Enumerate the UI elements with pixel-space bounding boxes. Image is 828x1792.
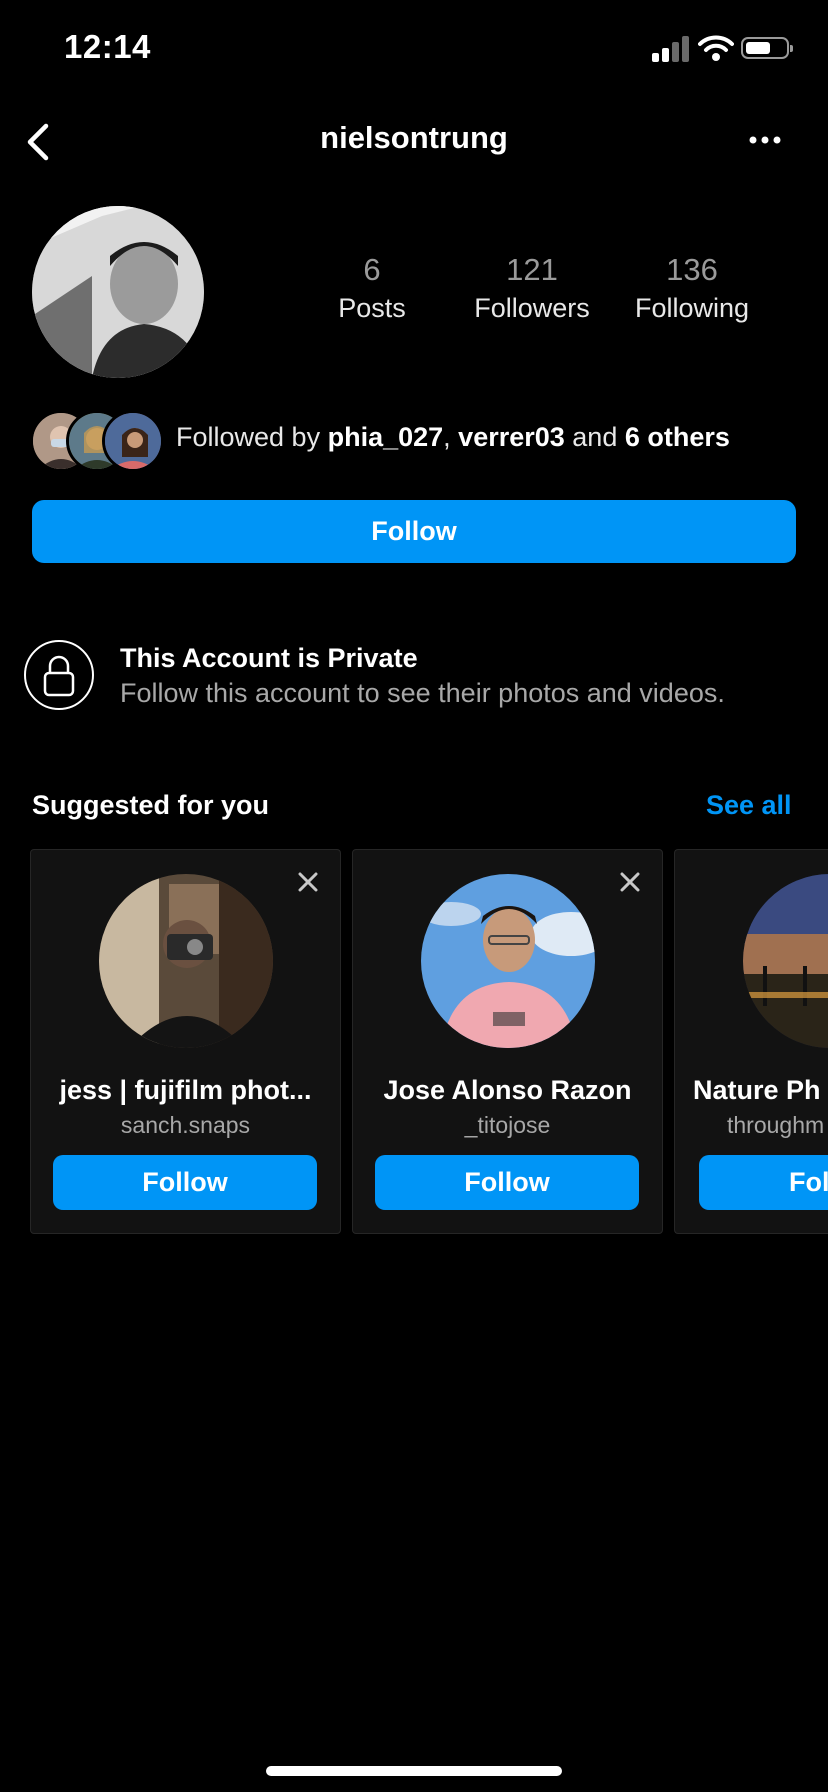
- followers-label: Followers: [474, 293, 590, 323]
- suggested-follow-button[interactable]: Follow: [53, 1155, 317, 1210]
- dismiss-close-icon[interactable]: [618, 870, 642, 894]
- private-account-subtitle: Follow this account to see their photos …: [120, 678, 725, 708]
- battery-icon: [741, 37, 793, 59]
- posts-stat[interactable]: 6 Posts: [292, 252, 452, 328]
- suggested-name[interactable]: Jose Alonso Razon: [363, 1075, 652, 1106]
- suggested-follow-button[interactable]: Follow: [375, 1155, 639, 1210]
- suggested-handle: throughm: [727, 1112, 825, 1138]
- suggested-card[interactable]: Nature Ph throughm Fol: [674, 849, 828, 1234]
- followed-by-separator: ,: [443, 422, 459, 452]
- following-stat[interactable]: 136 Following: [612, 252, 772, 328]
- profile-username-title: nielsontrung: [320, 120, 508, 155]
- suggested-avatar[interactable]: [99, 874, 273, 1048]
- followed-by-prefix: Followed by: [176, 422, 328, 452]
- suggested-name[interactable]: jess | fujifilm phot...: [41, 1075, 330, 1106]
- suggested-follow-button[interactable]: Fol: [699, 1155, 828, 1210]
- wifi-icon: [698, 35, 734, 61]
- suggested-avatar[interactable]: [743, 874, 828, 1048]
- suggested-card[interactable]: jess | fujifilm phot... sanch.snaps Foll…: [30, 849, 341, 1234]
- followed-by-text[interactable]: Followed by phia_027, verrer03 and 6 oth…: [176, 422, 730, 453]
- private-account-title: This Account is Private: [120, 643, 418, 673]
- see-all-link[interactable]: See all: [706, 790, 792, 821]
- suggested-handle: sanch.snaps: [120, 1112, 251, 1138]
- cellular-signal-icon: [652, 36, 692, 62]
- following-label: Following: [634, 293, 750, 323]
- suggested-card[interactable]: Jose Alonso Razon _titojose Follow: [352, 849, 663, 1234]
- suggested-avatar[interactable]: [421, 874, 595, 1048]
- lock-icon: [24, 640, 94, 710]
- profile-avatar[interactable]: [32, 206, 204, 378]
- mutual-followers-avatars[interactable]: [30, 410, 164, 472]
- followed-by-and: and: [564, 422, 625, 452]
- status-time: 12:14: [64, 28, 151, 65]
- mutual-username: verrer03: [458, 422, 565, 452]
- home-indicator: [266, 1766, 562, 1776]
- more-options-icon[interactable]: [748, 130, 782, 150]
- dismiss-close-icon[interactable]: [296, 870, 320, 894]
- followers-count: 121: [506, 252, 558, 287]
- others-count: 6 others: [624, 422, 730, 452]
- follow-button[interactable]: Follow: [32, 500, 796, 563]
- mutual-avatar: [102, 410, 164, 472]
- posts-label: Posts: [338, 293, 406, 323]
- followers-stat[interactable]: 121 Followers: [452, 252, 612, 328]
- suggested-handle: _titojose: [464, 1112, 551, 1138]
- mutual-username: phia_027: [327, 422, 444, 452]
- following-count: 136: [666, 252, 718, 287]
- suggested-for-you-heading: Suggested for you: [32, 790, 270, 820]
- posts-count: 6: [363, 252, 381, 287]
- suggested-name[interactable]: Nature Ph: [693, 1075, 821, 1106]
